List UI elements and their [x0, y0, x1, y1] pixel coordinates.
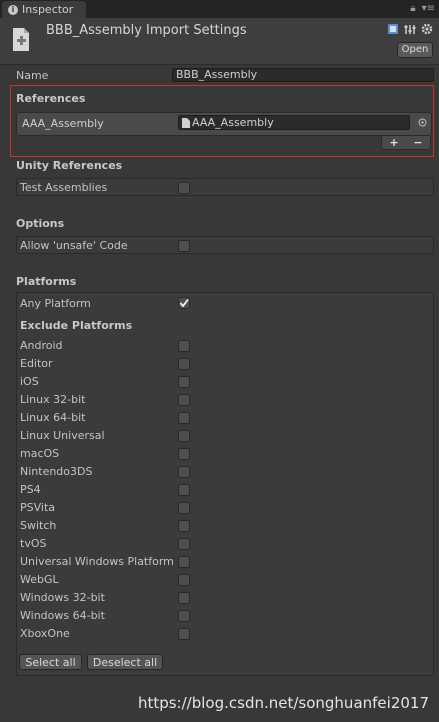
- tab-controls: 🔒︎ ▾≡: [410, 3, 435, 14]
- platform-label: Windows 64-bit: [20, 609, 105, 622]
- assembly-definition-icon: [13, 28, 29, 51]
- platforms-title: Platforms: [16, 275, 77, 288]
- platform-label: tvOS: [20, 537, 47, 550]
- platform-label: Android: [20, 339, 63, 352]
- any-platform-label: Any Platform: [20, 297, 91, 310]
- deselect-all-button[interactable]: Deselect all: [87, 654, 163, 670]
- name-label: Name: [16, 69, 49, 82]
- tab-title: Inspector: [22, 3, 74, 16]
- platform-label: Windows 32-bit: [20, 591, 105, 604]
- select-all-button[interactable]: Select all: [19, 654, 82, 670]
- reference-object-field[interactable]: AAA_Assembly: [178, 115, 410, 130]
- options-title: Options: [16, 217, 65, 230]
- platform-label: Switch: [20, 519, 57, 532]
- platform-checkbox-android[interactable]: [178, 340, 190, 352]
- object-picker-icon[interactable]: [418, 118, 427, 127]
- platform-label: Nintendo3DS: [20, 465, 93, 478]
- add-reference-button[interactable]: +: [389, 136, 398, 149]
- header-icons: [387, 23, 433, 35]
- platform-label: Linux 64-bit: [20, 411, 86, 424]
- inspector-header: BBB_Assembly Import Settings Open: [0, 18, 439, 65]
- platform-checkbox-ios[interactable]: [178, 376, 190, 388]
- platform-checkbox-switch[interactable]: [178, 520, 190, 532]
- platform-checkbox-macos[interactable]: [178, 448, 190, 460]
- watermark: https://blog.csdn.net/songhuanfei2017: [137, 694, 429, 712]
- platform-label: Linux Universal: [20, 429, 105, 442]
- platform-label: Universal Windows Platform: [20, 555, 174, 568]
- help-book-icon[interactable]: [387, 23, 399, 35]
- platform-checkbox-xboxone[interactable]: [178, 628, 190, 640]
- platform-checkbox-ps4[interactable]: [178, 484, 190, 496]
- platform-checkbox-psvita[interactable]: [178, 502, 190, 514]
- platform-checkbox-linux-32[interactable]: [178, 394, 190, 406]
- reference-list-controls: + −: [381, 136, 431, 150]
- platform-label: Editor: [20, 357, 53, 370]
- platform-label: PS4: [20, 483, 41, 496]
- platform-checkbox-editor[interactable]: [178, 358, 190, 370]
- exclude-platforms-title: Exclude Platforms: [20, 319, 133, 332]
- platform-checkbox-linux-64[interactable]: [178, 412, 190, 424]
- platform-label: PSVita: [20, 501, 56, 514]
- menu-icon[interactable]: ▾≡: [422, 3, 435, 14]
- platform-checkbox-tvos[interactable]: [178, 538, 190, 550]
- preset-icon[interactable]: [404, 23, 416, 35]
- unity-references-title: Unity References: [16, 159, 123, 172]
- allow-unsafe-checkbox[interactable]: [178, 240, 190, 252]
- info-icon: i: [8, 4, 18, 15]
- reference-object-value: AAA_Assembly: [192, 116, 274, 129]
- platform-checkbox-windows-64[interactable]: [178, 610, 190, 622]
- platform-checkbox-webgl[interactable]: [178, 574, 190, 586]
- remove-reference-button[interactable]: −: [413, 136, 422, 149]
- platform-label: iOS: [20, 375, 39, 388]
- platform-label: WebGL: [20, 573, 59, 586]
- name-field[interactable]: BBB_Assembly: [172, 68, 434, 82]
- test-assemblies-label: Test Assemblies: [20, 181, 108, 194]
- header-title: BBB_Assembly Import Settings: [46, 23, 247, 38]
- reference-item-label: AAA_Assembly: [22, 117, 104, 130]
- platform-checkbox-windows-32[interactable]: [178, 592, 190, 604]
- platform-label: XboxOne: [20, 627, 70, 640]
- references-title: References: [16, 92, 86, 105]
- any-platform-checkbox[interactable]: [178, 297, 190, 309]
- tab-inspector[interactable]: i Inspector: [2, 1, 86, 18]
- tab-bar: i Inspector 🔒︎ ▾≡: [0, 0, 439, 18]
- open-button[interactable]: Open: [397, 42, 433, 58]
- platform-checkbox-linux-universal[interactable]: [178, 430, 190, 442]
- platform-label: macOS: [20, 447, 60, 460]
- document-icon: [182, 117, 190, 128]
- platform-label: Linux 32-bit: [20, 393, 86, 406]
- allow-unsafe-label: Allow 'unsafe' Code: [20, 239, 128, 252]
- test-assemblies-checkbox[interactable]: [178, 182, 190, 194]
- platform-checkbox-uwp[interactable]: [178, 556, 190, 568]
- platform-checkbox-nintendo3ds[interactable]: [178, 466, 190, 478]
- lock-icon[interactable]: 🔒︎: [410, 3, 415, 14]
- gear-icon[interactable]: [421, 23, 433, 35]
